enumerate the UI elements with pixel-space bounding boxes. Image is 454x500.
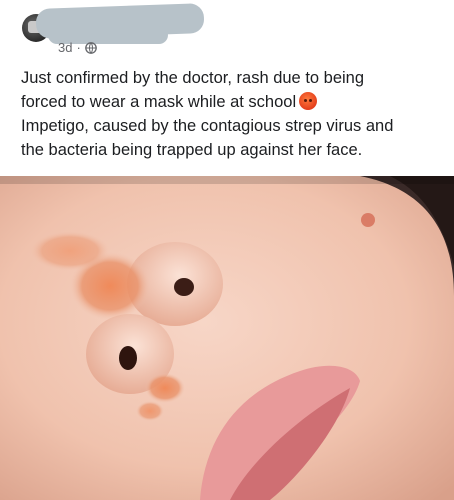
- post-meta: 3d ·: [58, 40, 97, 55]
- photo-illustration: [0, 176, 454, 500]
- nostril-upper: [174, 278, 194, 296]
- post-text-line: Just confirmed by the doctor, rash due t…: [21, 69, 365, 87]
- post-text-line: the bacteria being trapped up against he…: [21, 141, 363, 159]
- globe-icon[interactable]: [84, 41, 97, 54]
- post-text-line: Impetigo, caused by the contagious strep…: [21, 117, 394, 135]
- photo-top-shadow: [0, 176, 454, 184]
- post-text: Just confirmed by the doctor, rash due t…: [21, 66, 441, 162]
- rash-patch: [30, 231, 110, 271]
- post-photo[interactable]: [0, 176, 454, 500]
- facebook-post: 3d · Just confirmed by the doctor, rash …: [0, 0, 454, 500]
- rash-patch: [145, 373, 185, 403]
- post-text-segment: forced to wear a mask while at school: [21, 93, 297, 111]
- post-timestamp[interactable]: 3d: [58, 40, 72, 55]
- red-spot: [361, 213, 375, 227]
- rash-patch: [136, 401, 164, 421]
- post-text-line: forced to wear a mask while at school: [21, 90, 441, 114]
- nostril-lower: [119, 346, 137, 370]
- angry-face-emoji: [299, 92, 318, 110]
- meta-separator: ·: [76, 40, 81, 55]
- post-header: 3d ·: [0, 0, 454, 60]
